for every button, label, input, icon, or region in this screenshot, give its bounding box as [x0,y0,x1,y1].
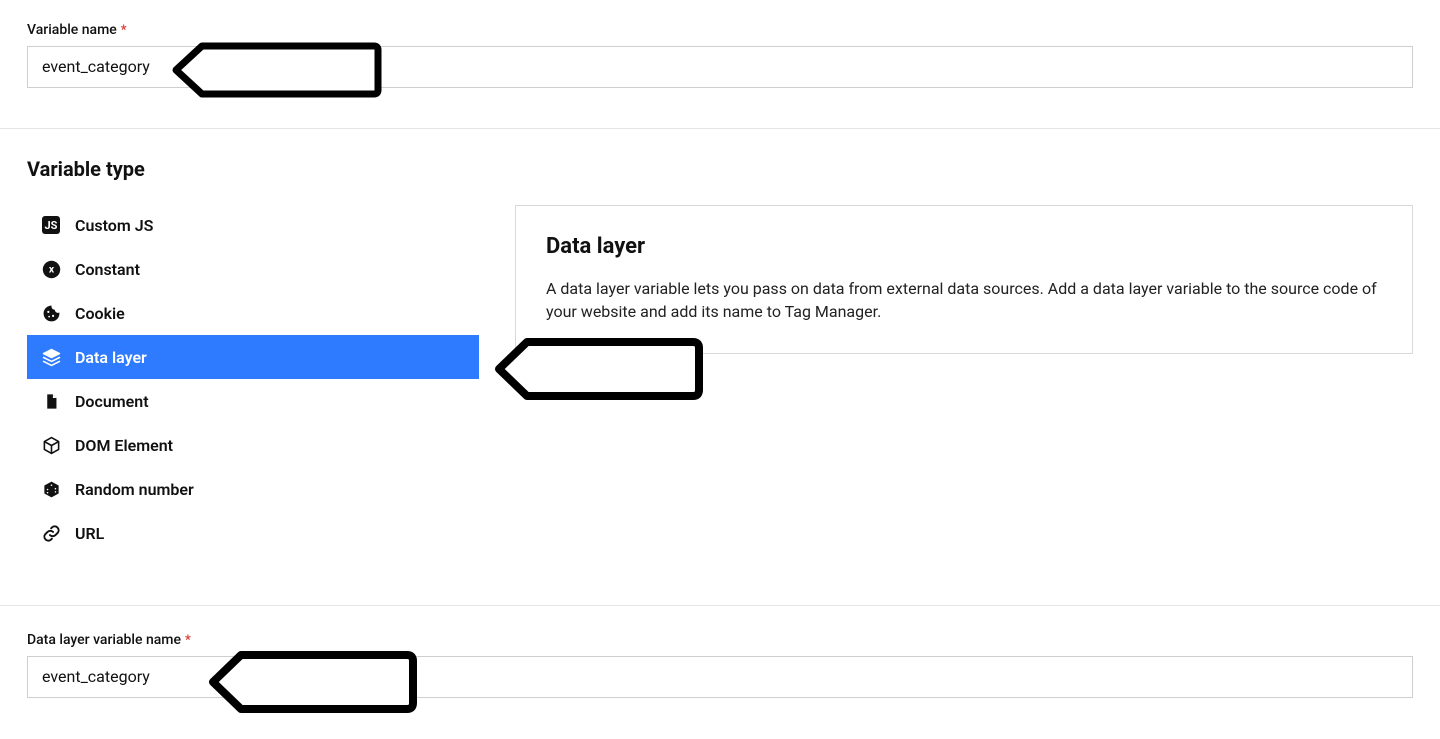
type-item-data-layer[interactable]: Data layer [27,335,479,379]
type-item-document[interactable]: Document [27,379,479,423]
description-body: A data layer variable lets you pass on d… [546,277,1382,323]
cookie-icon [41,303,61,323]
variable-name-section: Variable name * [0,0,1440,128]
variable-name-input[interactable] [27,46,1413,88]
link-icon [41,523,61,543]
data-layer-variable-name-label-text: Data layer variable name [27,632,181,648]
required-marker: * [185,634,191,647]
document-icon [41,391,61,411]
type-item-label: DOM Element [75,436,173,455]
type-item-label: Custom JS [75,216,153,235]
data-layer-variable-name-label: Data layer variable name * [27,632,1413,648]
type-item-custom-js[interactable]: JS Custom JS [27,203,479,247]
type-item-random-number[interactable]: Random number [27,467,479,511]
type-item-label: Data layer [75,348,147,367]
variable-type-description: Data layer A data layer variable lets yo… [515,205,1413,354]
type-item-label: Random number [75,480,194,499]
type-item-label: Constant [75,260,140,279]
variable-type-area: JS Custom JS x Constant Cookie Data l [27,203,1413,555]
variable-type-title: Variable type [27,157,1413,181]
type-item-dom-element[interactable]: DOM Element [27,423,479,467]
variable-type-list: JS Custom JS x Constant Cookie Data l [27,203,479,555]
js-icon: JS [41,215,61,235]
type-item-label: Cookie [75,304,125,323]
required-marker: * [121,24,127,37]
data-layer-variable-name-input[interactable] [27,656,1413,698]
type-item-label: Document [75,392,149,411]
type-item-constant[interactable]: x Constant [27,247,479,291]
variable-name-label-text: Variable name [27,22,117,38]
description-title: Data layer [546,234,1382,259]
variable-type-section: Variable type JS Custom JS x Constant Co… [0,128,1440,605]
type-item-label: URL [75,524,104,543]
data-layer-variable-name-section: Data layer variable name * [0,605,1440,726]
cube-icon [41,435,61,455]
layers-icon [41,347,61,367]
type-item-url[interactable]: URL [27,511,479,555]
dice-icon [41,479,61,499]
svg-text:x: x [48,262,54,275]
constant-icon: x [41,259,61,279]
type-item-cookie[interactable]: Cookie [27,291,479,335]
variable-name-label: Variable name * [27,22,1413,38]
